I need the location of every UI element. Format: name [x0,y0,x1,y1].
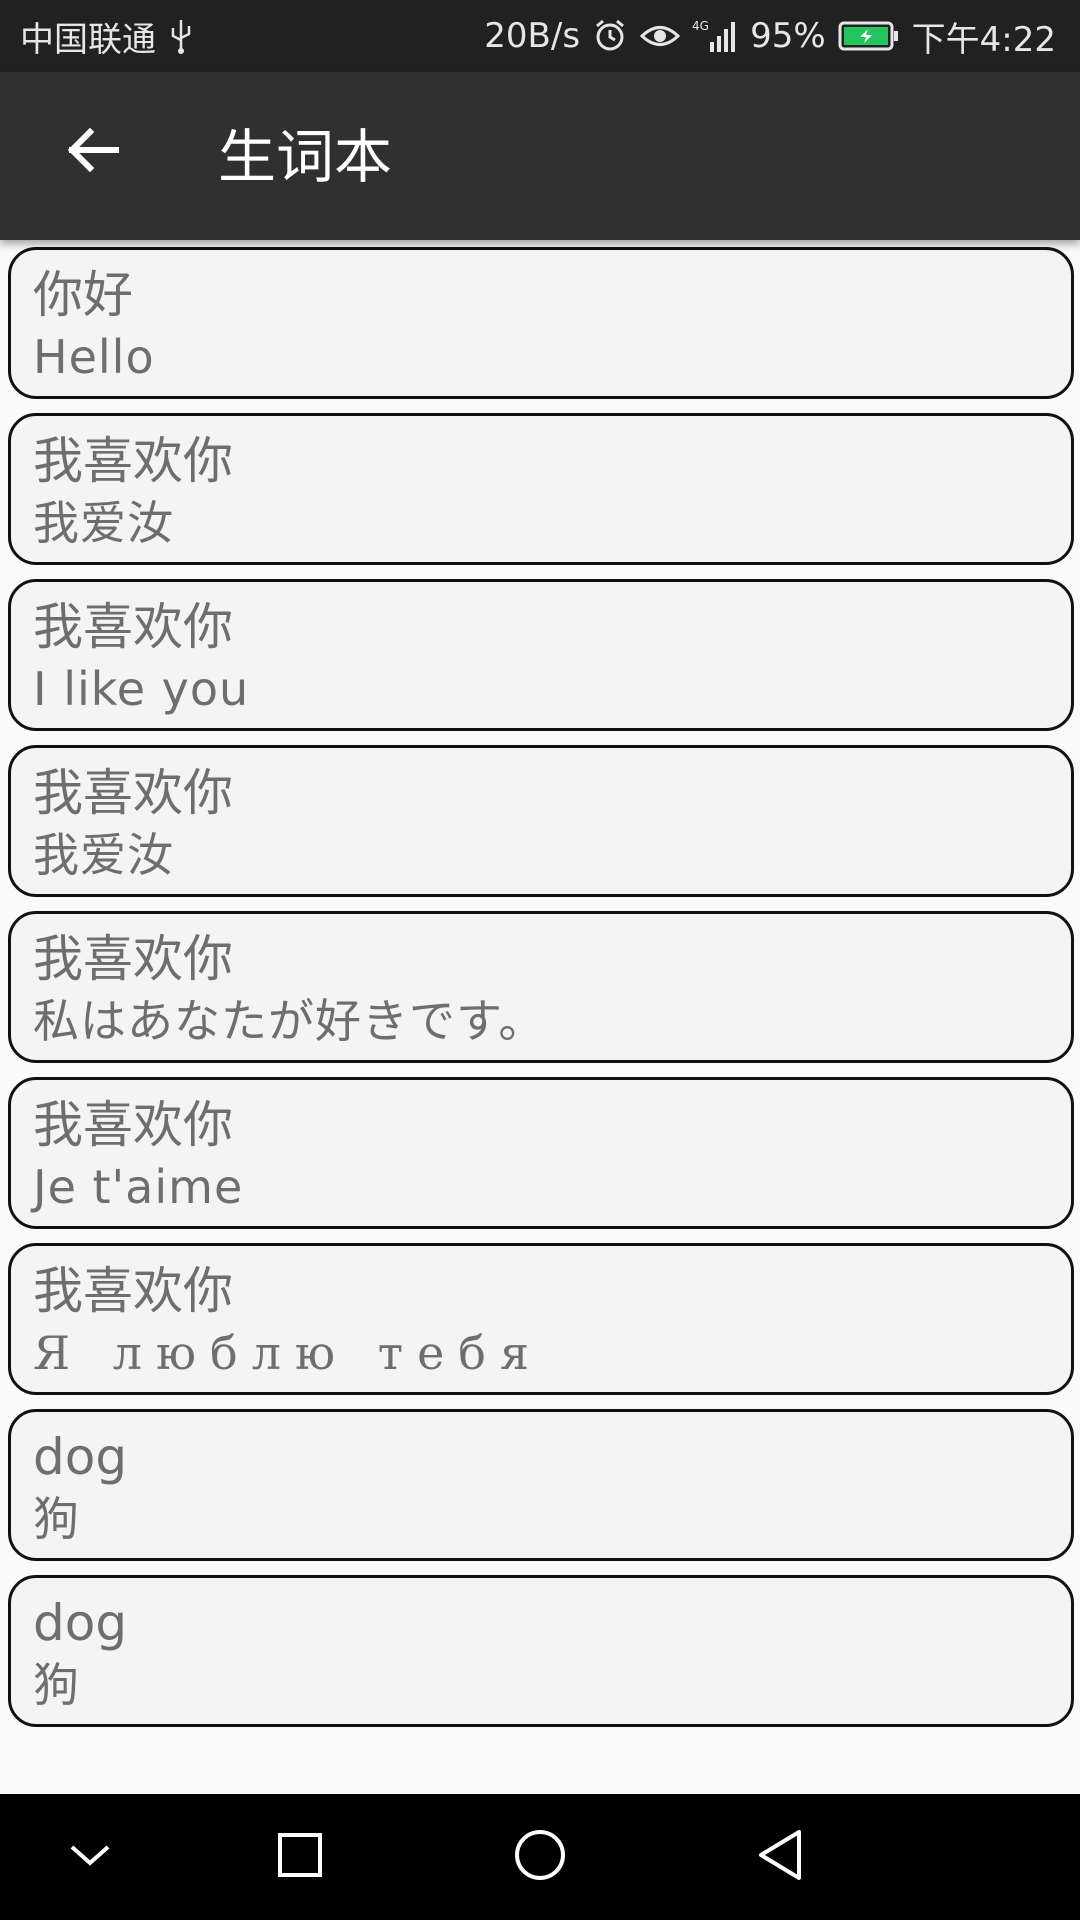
vocabulary-list: 你好 Hello 我喜欢你 我爱汝 我喜欢你 I like you 我喜欢你 我… [8,247,1074,1741]
entry-meaning: 私はあなたが好きです。 [33,994,546,1048]
list-item[interactable]: 你好 Hello [8,247,1074,399]
list-item[interactable]: 我喜欢你 我爱汝 [8,745,1074,897]
circle-home-icon [513,1828,567,1886]
entry-meaning: Je t'aime [33,1160,244,1214]
svg-text:4G: 4G [692,19,709,33]
list-item[interactable]: 我喜欢你 Я люблю тебя [8,1243,1074,1395]
list-item[interactable]: dog 狗 [8,1409,1074,1561]
entry-word: 我喜欢你 [33,598,233,656]
system-back-button[interactable] [740,1822,820,1892]
eye-icon [640,21,681,51]
entry-word: 我喜欢你 [33,764,233,822]
hide-nav-button[interactable] [50,1822,130,1892]
arrow-left-icon [66,126,120,178]
entry-word: 我喜欢你 [33,432,233,490]
page-title: 生词本 [218,123,393,191]
entry-meaning: 狗 [33,1658,80,1712]
home-button[interactable] [500,1822,580,1892]
entry-meaning: 我爱汝 [33,828,174,882]
entry-word: dog [33,1594,128,1652]
entry-meaning: Я люблю тебя [33,1326,544,1380]
back-button[interactable] [48,112,138,192]
chevron-down-icon [68,1841,112,1873]
entry-meaning: I like you [33,662,250,716]
net-speed: 20B/s [484,16,581,56]
carrier-name: 中国联通 [20,19,156,60]
list-item[interactable]: dog 狗 [8,1575,1074,1727]
entry-word: dog [33,1428,128,1486]
entry-word: 你好 [33,266,133,324]
battery-charging-icon [838,20,900,52]
list-item[interactable]: 我喜欢你 私はあなたが好きです。 [8,911,1074,1063]
battery-percent: 95% [750,16,826,56]
signal-4g-icon: 4G [692,18,738,54]
entry-meaning: 狗 [33,1492,80,1546]
status-bar: 中国联通 20B/s 4G 95% 下午4:22 [0,0,1080,72]
clock-time: 下午4:22 [911,19,1056,60]
list-item[interactable]: 我喜欢你 Je t'aime [8,1077,1074,1229]
navigation-bar [0,1794,1080,1920]
alarm-icon [592,18,628,54]
entry-word: 我喜欢你 [33,930,233,988]
recents-button[interactable] [260,1822,340,1892]
list-item[interactable]: 我喜欢你 I like you [8,579,1074,731]
triangle-back-icon [755,1828,805,1886]
entry-meaning: 我爱汝 [33,496,174,550]
square-recents-icon [276,1831,324,1883]
usb-icon [168,18,194,54]
entry-meaning: Hello [33,330,155,384]
list-item[interactable]: 我喜欢你 我爱汝 [8,413,1074,565]
app-bar: 生词本 [0,72,1080,240]
entry-word: 我喜欢你 [33,1096,233,1154]
entry-word: 我喜欢你 [33,1262,233,1320]
